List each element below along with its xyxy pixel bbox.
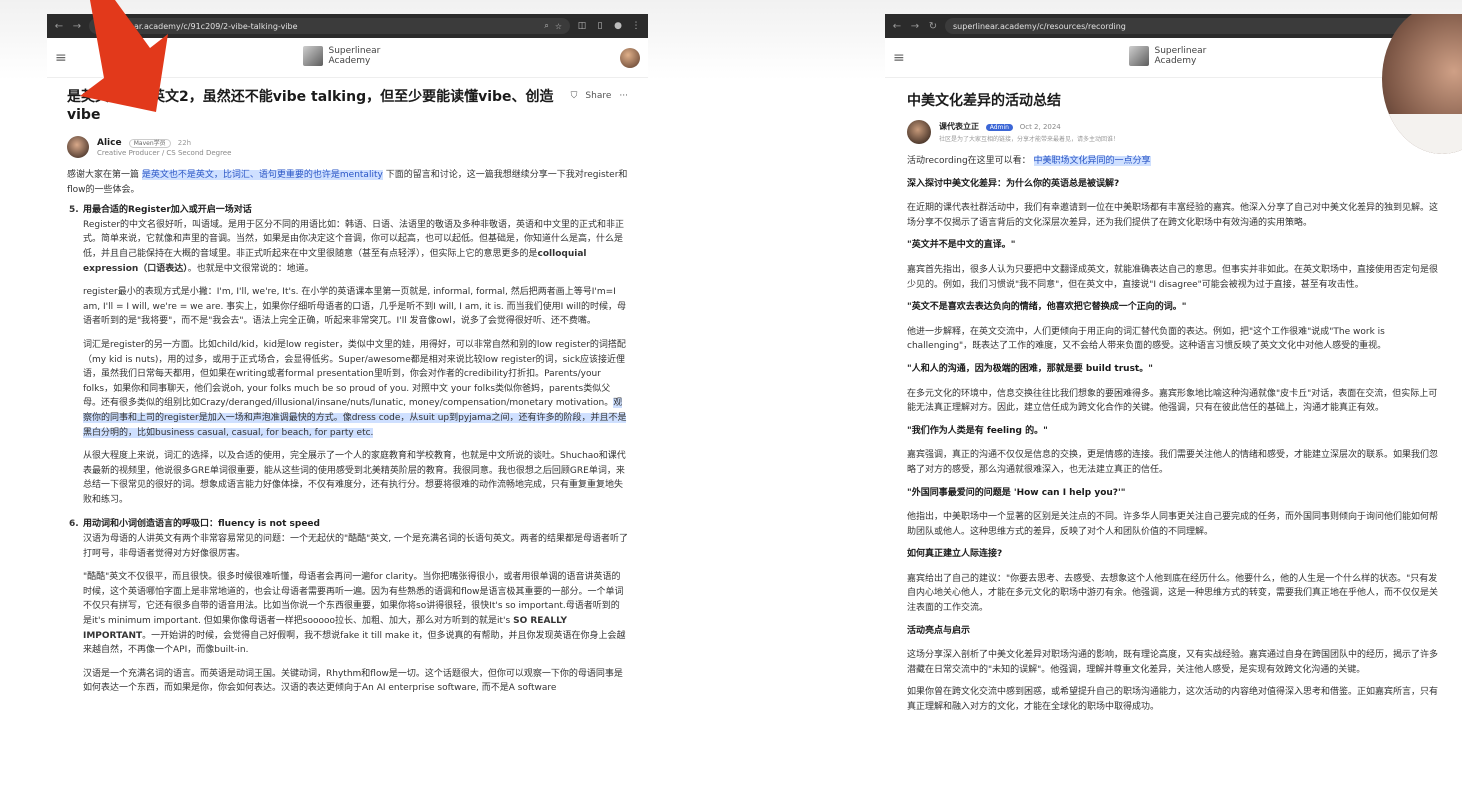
section-heading: "英文不是喜欢去表达负向的情绪，他喜欢把它替换成一个正向的词。"	[907, 302, 1187, 313]
intro-prefix: 感谢大家在第一篇	[67, 170, 140, 180]
extensions-icon[interactable]: ◫	[576, 21, 588, 31]
post-title: 中美文化差异的活动总结	[907, 93, 1061, 109]
list-number: 5.	[69, 205, 79, 216]
section-paragraph: 如果你曾在跨文化交流中感到困惑，或希望提升自己的职场沟通能力，这次活动的内容绝对…	[907, 687, 1439, 713]
paragraph-tail: 。也就是中文很常说的：地道。	[187, 263, 314, 274]
star-icon[interactable]: ☆	[555, 22, 562, 31]
paragraph: 从很大程度上来说，词汇的选择，以及合适的使用，完全展示了一个人的家庭教育和学校教…	[83, 451, 626, 505]
section-heading: 如何真正建立人际连接?	[907, 549, 1003, 560]
brand-name: Superlinear Academy	[1154, 46, 1207, 66]
paragraph-text: 词汇是register的另一方面。比如child/kid，kid是low reg…	[83, 339, 626, 409]
paragraph: 汉语为母语的人讲英文有两个非常容易常见的问题：一个无起伏的"酷酷"英文, 一个是…	[83, 534, 629, 559]
logo-mark-icon	[302, 46, 323, 66]
section-paragraph: 在多元文化的环境中，信息交换往往比我们想象的要困难得多。嘉宾形象地比喻这种沟通就…	[907, 388, 1438, 414]
post-date: Oct 2, 2024	[1019, 123, 1061, 131]
webcam-overlay	[1382, 14, 1462, 154]
author-name[interactable]: Alice	[97, 138, 122, 148]
paragraph-tail: 。一开始讲的时候，会觉得自己好假啊，我不想说fake it till make …	[83, 630, 626, 656]
list-number: 6.	[69, 519, 79, 530]
paragraph: register最小的表现方式是小撇：I'm, I'll, we're, It'…	[83, 287, 627, 327]
author-description: 社区是为了大家互相的链接，分享才能带来最着见，请多主动回谁！	[939, 136, 1120, 143]
webcam-shirt	[1382, 114, 1462, 154]
admin-badge: Admin	[985, 124, 1013, 131]
author-avatar[interactable]	[907, 120, 931, 144]
profile-icon[interactable]: ●	[612, 21, 624, 31]
author-row: 课代表立正 Admin Oct 2, 2024 社区是为了大家互相的链接，分享才…	[907, 120, 1440, 144]
section-paragraph: 他指出，中美职场中一个显著的区别是关注点的不同。许多华人同事更关注自己要完成的任…	[907, 512, 1439, 537]
intro-paragraph: 感谢大家在第一篇 是英文也不是英文，比词汇、语句更重要的也许是mentality…	[67, 168, 628, 197]
post-actions: ⛉ Share ···	[571, 88, 628, 101]
site-header: ≡ Superlinear Academy	[885, 38, 1462, 78]
red-arrow-annotation	[80, 0, 168, 112]
post-article: 是英文也不是英文2，虽然还不能vibe talking，但至少要能读懂vibe、…	[47, 78, 648, 696]
url-text: superlinear.academy/c/resources/recordin…	[953, 21, 1126, 31]
recording-link[interactable]: 中美职场文化异同的一点分享	[1033, 156, 1151, 166]
reload-icon[interactable]: ↻	[927, 21, 939, 32]
author-row: Alice Maven学员 22h Creative Producer / CS…	[67, 136, 628, 158]
list-heading: 用动词和小词创造语言的呼吸口：fluency is not speed	[83, 519, 320, 530]
back-icon[interactable]: ←	[891, 21, 903, 32]
section-heading: 深入探讨中美文化差异：为什么你的英语总是被误解?	[907, 178, 1120, 189]
post-body: 活动recording在这里可以看： 中美职场文化异同的一点分享 深入探讨中美文…	[907, 154, 1440, 715]
brand-logo[interactable]: Superlinear Academy	[302, 46, 393, 66]
logo-mark-icon	[1128, 46, 1149, 66]
more-options-button[interactable]: ···	[619, 91, 628, 101]
author-name-line: Alice Maven学员 22h	[97, 138, 231, 148]
brand-name: Superlinear Academy	[328, 46, 381, 66]
paragraph: "酷酷"英文不仅很平，而且很快。很多时候很难听懂，母语者会再问一遍for cla…	[83, 570, 628, 658]
author-name-line: 课代表立正 Admin Oct 2, 2024	[939, 121, 1119, 132]
section-heading: "人和人的沟通，因为极端的困难，那就是要 build trust。"	[907, 363, 1153, 374]
section-paragraph: 在近期的课代表社群活动中，我们有幸邀请到一位在中美职场都有丰富经验的嘉宾。他深入…	[907, 203, 1439, 228]
author-badge: Maven学员	[128, 138, 171, 148]
browser-toolbar: ← → ↻ superlinear.academy/c/resources/re…	[885, 14, 1462, 38]
share-button[interactable]: Share	[585, 91, 611, 101]
address-bar[interactable]: superlinear.academy/c/resources/recordin…	[945, 18, 1456, 34]
right-browser-window: ← → ↻ superlinear.academy/c/resources/re…	[885, 14, 1462, 770]
section-paragraph: 嘉宾给出了自己的建议："你要去思考、去感受、去想象这个人他到底在经历什么。他要什…	[907, 573, 1439, 614]
menu-kebab-icon[interactable]: ⋮	[630, 21, 642, 31]
recording-prefix: 活动recording在这里可以看：	[907, 156, 1031, 166]
section-paragraph: 嘉宾强调，真正的沟通不仅仅是信息的交换，更是情感的连接。我们需要关注他人的情绪和…	[907, 450, 1439, 475]
recording-line: 活动recording在这里可以看： 中美职场文化异同的一点分享	[907, 154, 1440, 169]
section-heading: "英文并不是中文的直译。"	[907, 240, 1016, 251]
section-heading: 活动亮点与启示	[907, 625, 971, 636]
brand-logo[interactable]: Superlinear Academy	[1128, 46, 1219, 66]
user-avatar[interactable]	[620, 48, 640, 68]
left-browser-window: ← → superlinear.academy/c/91c209/2-vibe-…	[47, 14, 648, 770]
numbered-list: 5. 用最合适的Register加入或开启一场对话 Register的中文名很好…	[67, 203, 628, 696]
section-paragraph: 这场分享深入剖析了中美文化差异对职场沟通的影响，既有理论高度，又有实战经验。嘉宾…	[907, 650, 1439, 675]
list-heading: 用最合适的Register加入或开启一场对话	[83, 205, 252, 216]
bookmark-icon[interactable]: ⛉	[571, 91, 578, 101]
author-avatar[interactable]	[67, 136, 89, 158]
recording-article: 中美文化差异的活动总结 课代表立正 Admin Oct 2, 2024 社区是为…	[885, 78, 1462, 715]
sections-container: 深入探讨中美文化差异：为什么你的英语总是被误解? 在近期的课代表社群活动中，我们有…	[907, 177, 1440, 715]
author-name[interactable]: 课代表立正	[939, 122, 979, 131]
sidebar-icon[interactable]: ▯	[594, 21, 606, 31]
paragraph: 汉语是一个充满名词的语言。而英语是动词王国。关键动词，Rhythm和flow是一…	[83, 668, 623, 694]
paragraph: 词汇是register的另一方面。比如child/kid，kid是low reg…	[83, 338, 628, 440]
hamburger-menu-icon[interactable]: ≡	[893, 50, 913, 66]
section-paragraph: 嘉宾首先指出，很多人认为只要把中文翻译成英文，就能准确表达自己的意思。但事实并非…	[907, 264, 1439, 290]
zoom-icon[interactable]: ⌕	[544, 21, 548, 31]
post-body: 感谢大家在第一篇 是英文也不是英文，比词汇、语句更重要的也许是mentality…	[67, 168, 628, 696]
section-heading: "外国同事最爱问的问题是 'How can I help you?'"	[907, 487, 1126, 498]
post-time: 22h	[177, 138, 192, 147]
forward-icon[interactable]: →	[909, 21, 921, 32]
list-item: 6. 用动词和小词创造语言的呼吸口：fluency is not speed 汉…	[69, 517, 629, 696]
author-role: Creative Producer / CS Second Degree	[97, 148, 232, 157]
intro-link[interactable]: 是英文也不是英文，比词汇、语句更重要的也许是mentality	[141, 170, 383, 180]
section-paragraph: 他进一步解释，在英文交流中，人们更倾向于用正向的词汇替代负面的表达。例如，把"这…	[907, 326, 1387, 352]
list-item: 5. 用最合适的Register加入或开启一场对话 Register的中文名很好…	[69, 203, 628, 507]
paragraph: Register的中文名很好听，叫语域。是用于区分不同的用语比如：韩语、日语、法…	[83, 218, 628, 276]
section-heading: "我们作为人类是有 feeling 的。"	[907, 425, 1048, 436]
